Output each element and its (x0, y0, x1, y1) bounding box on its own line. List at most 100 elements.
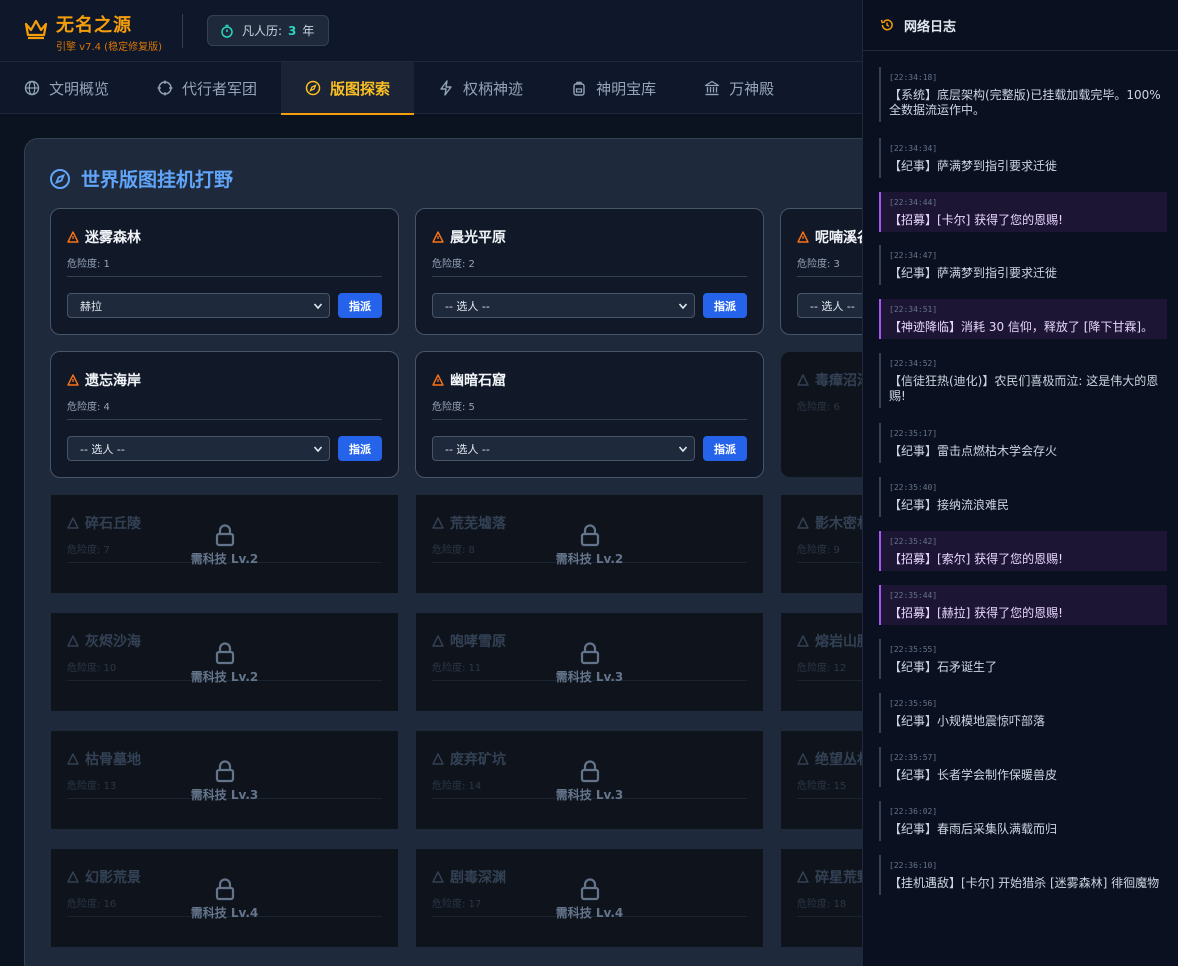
tab-miracles[interactable]: 权柄神迹 (414, 62, 547, 114)
chevron-down-icon (313, 303, 323, 310)
tech-requirement: 需科技 Lv.3 (555, 670, 624, 684)
zone-title: 影木密林 (797, 513, 871, 533)
zone-name: 遗忘海岸 (85, 373, 141, 389)
log-entry: [22:34:44] 【招募】[卡尔] 获得了您的恩赐! (879, 192, 1167, 232)
log-message: 【神迹降临】消耗 30 信仰，释放了 [降下甘霖]。 (889, 320, 1154, 334)
tab-overview[interactable]: 文明概览 (0, 62, 133, 114)
temple-icon (704, 80, 720, 96)
assignee-select[interactable]: -- 选人 -- (432, 436, 695, 461)
warning-icon (797, 517, 809, 529)
log-message: 【纪事】萨满梦到指引要求迁徙 (889, 159, 1058, 173)
tab-pantheon[interactable]: 万神殿 (680, 62, 798, 114)
zone-danger: 危险度: 9 (797, 545, 840, 556)
assign-button[interactable]: 指派 (338, 293, 382, 318)
zone-title: 绝望丛林 (797, 749, 871, 769)
zone-name: 幽暗石窟 (450, 373, 506, 389)
log-message: 【系统】底层架构(完整版)已挂载加载完毕。100% 全数据流运作中。 (889, 88, 1161, 117)
select-value: -- 选人 -- (445, 442, 490, 456)
log-timestamp: [22:35:56] (889, 699, 938, 708)
log-entry: [22:35:56] 【纪事】小规模地震惊吓部落 (879, 693, 1167, 733)
assignee-select[interactable]: 赫拉 (67, 293, 330, 318)
calendar-badge: 凡人历: 3 年 (207, 15, 329, 46)
lock-overlay: 需科技 Lv.3 (51, 759, 398, 803)
log-message: 【纪事】春雨后采集队满载而归 (889, 822, 1058, 836)
crown-icon (24, 19, 48, 40)
zone-title: 碎星荒野 (797, 867, 871, 887)
lock-icon (215, 524, 234, 547)
lock-overlay: 需科技 Lv.2 (416, 523, 763, 567)
zone-title: 幽暗石窟 (432, 370, 506, 390)
brand-subtitle: 引擎 v7.4 (稳定修复版) (56, 42, 162, 53)
tab-exploration[interactable]: 版图探索 (281, 62, 415, 115)
log-entry: [22:34:34] 【纪事】萨满梦到指引要求迁徙 (879, 138, 1167, 178)
assign-button[interactable]: 指派 (703, 436, 747, 461)
lock-overlay: 需科技 Lv.4 (51, 877, 398, 921)
lock-icon (215, 878, 234, 901)
log-entry: [22:35:42] 【招募】[索尔] 获得了您的恩赐! (879, 531, 1167, 571)
log-entry: [22:35:44] 【招募】[赫拉] 获得了您的恩赐! (879, 585, 1167, 625)
warning-icon (67, 231, 79, 243)
zone-danger: 危险度: 12 (797, 663, 847, 674)
tech-requirement: 需科技 Lv.3 (190, 788, 259, 802)
log-timestamp: [22:35:55] (889, 645, 938, 654)
tab-treasury[interactable]: 神明宝库 (547, 62, 680, 114)
assign-button[interactable]: 指派 (703, 293, 747, 318)
locked-zone-card: 剧毒深渊 危险度: 17 需科技 Lv.4 (415, 848, 764, 948)
locked-zone-card: 咆哮雪原 危险度: 11 需科技 Lv.3 (415, 612, 764, 712)
log-message: 【纪事】长者学会制作保暖兽皮 (889, 768, 1058, 782)
history-icon (880, 19, 893, 31)
log-entry: [22:35:55] 【纪事】石矛诞生了 (879, 639, 1167, 679)
zone-title: 毒瘴沼泽 (797, 370, 871, 390)
log-entry: [22:36:10] 【挂机遇敌】[卡尔] 开始猎杀 [迷雾森林] 徘徊魔物 (879, 855, 1167, 895)
log-timestamp: [22:34:47] (889, 251, 938, 260)
lock-overlay: 需科技 Lv.2 (51, 523, 398, 567)
locked-zone-card: 幻影荒景 危险度: 16 需科技 Lv.4 (50, 848, 399, 948)
log-entry: [22:36:02] 【纪事】春雨后采集队满载而归 (879, 801, 1167, 841)
assignee-select[interactable]: -- 选人 -- (67, 436, 330, 461)
log-timestamp: [22:35:17] (889, 429, 938, 438)
tab-label: 万神殿 (729, 79, 775, 98)
warning-icon (797, 753, 809, 765)
zone-card: 迷雾森林 危险度: 1 赫拉 指派 (50, 208, 399, 335)
zone-danger: 危险度: 6 (797, 402, 840, 413)
lock-icon (215, 642, 234, 665)
globe-icon (24, 80, 40, 96)
log-timestamp: [22:35:57] (889, 753, 938, 762)
compass-icon (305, 80, 321, 96)
backpack-icon (573, 81, 585, 96)
lock-icon (580, 760, 599, 783)
zone-title: 遗忘海岸 (67, 370, 141, 390)
main-nav: 文明概览 代行者军团 版图探索 权柄神迹 神明宝库 万神殿 (0, 62, 862, 115)
log-timestamp: [22:34:18] (889, 73, 938, 82)
lock-icon (215, 760, 234, 783)
tech-requirement: 需科技 Lv.4 (555, 906, 624, 920)
warning-icon (797, 871, 809, 883)
zone-danger: 危险度: 18 (797, 899, 847, 910)
zone-danger: 危险度: 3 (797, 259, 840, 270)
log-entry: [22:35:57] 【纪事】长者学会制作保暖兽皮 (879, 747, 1167, 787)
log-entry: [22:34:18] 【系统】底层架构(完整版)已挂载加载完毕。100% 全数据流… (879, 67, 1167, 122)
lock-overlay: 需科技 Lv.3 (416, 641, 763, 685)
tech-requirement: 需科技 Lv.2 (190, 670, 259, 684)
assign-button[interactable]: 指派 (338, 436, 382, 461)
log-timestamp: [22:35:40] (889, 483, 938, 492)
log-timestamp: [22:34:34] (889, 144, 938, 153)
select-value: -- 选人 -- (810, 299, 855, 313)
calendar-unit: 年 (302, 24, 315, 38)
warning-icon (797, 635, 809, 647)
log-timestamp: [22:36:10] (889, 861, 938, 870)
assignee-select[interactable]: -- 选人 -- (432, 293, 695, 318)
divider (67, 276, 382, 277)
log-message: 【招募】[赫拉] 获得了您的恩赐! (889, 606, 1063, 620)
tab-legion[interactable]: 代行者军团 (133, 62, 281, 114)
tab-label: 版图探索 (330, 79, 391, 98)
exploration-panel: 世界版图挂机打野 迷雾森林 危险度: 1 赫拉 指派 晨光平原 危险度: 2 -… (24, 138, 884, 966)
log-timestamp: [22:35:44] (889, 591, 938, 600)
bolt-icon (440, 80, 452, 96)
zone-card: 遗忘海岸 危险度: 4 -- 选人 -- 指派 (50, 351, 399, 478)
tab-label: 代行者军团 (182, 79, 258, 98)
lock-icon (580, 878, 599, 901)
zone-title: 呢喃溪谷 (797, 227, 871, 247)
panel-title-text: 世界版图挂机打野 (81, 169, 234, 191)
select-value: -- 选人 -- (80, 442, 125, 456)
